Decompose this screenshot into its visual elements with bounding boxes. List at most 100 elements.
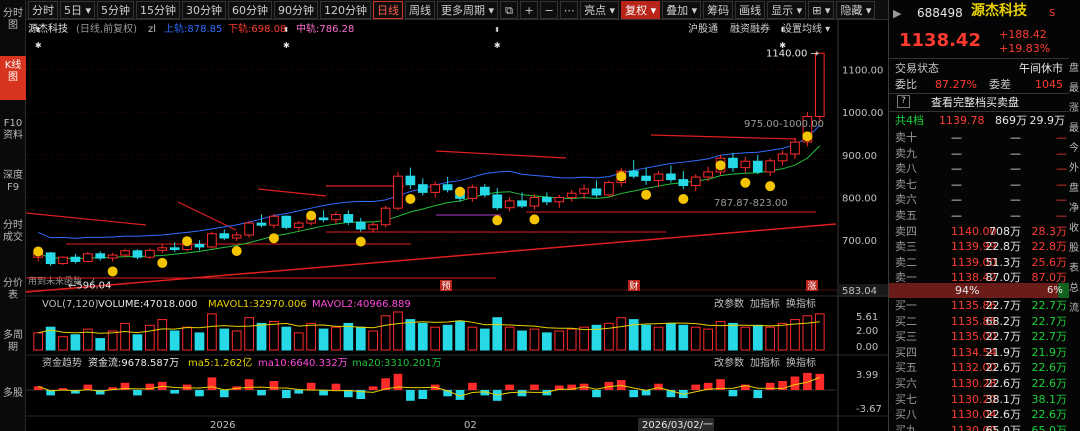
buy-vol: 38.1万 <box>985 392 1022 406</box>
toolbar-item-7[interactable]: 120分钟 <box>320 0 372 19</box>
event-tag: 预 <box>441 281 450 292</box>
toolbar-item-1[interactable]: 5日 ▾ <box>60 0 96 19</box>
left-nav-item-4[interactable]: 分时成交 <box>0 216 26 260</box>
side-strip-item[interactable]: 涨 <box>1069 102 1080 115</box>
kline-chart[interactable]: 源杰科技 (日线,前复权) zl 上轨:878.85 下轨:698.08 中轨:786.2… <box>26 20 888 431</box>
vol-ma-line <box>38 320 820 334</box>
chart-area[interactable]: 源杰科技 (日线,前复权) zl 上轨:878.85 下轨:698.08 中轨:786.2… <box>26 20 888 431</box>
side-strip-item[interactable]: 总 <box>1069 282 1080 295</box>
side-strip-item[interactable]: 最 <box>1069 122 1080 135</box>
buy-vol: 65.0万 <box>985 423 1022 431</box>
price-change-pct: +19.83% <box>999 42 1051 55</box>
sell-label: 卖八 <box>895 162 917 176</box>
candle-body <box>207 233 217 248</box>
volume-bar <box>504 326 515 351</box>
volume-bar <box>479 328 490 351</box>
left-nav-item-6[interactable]: 多周期 <box>0 326 26 370</box>
side-strip-item[interactable]: 净 <box>1069 202 1080 215</box>
flow-bar <box>815 373 825 390</box>
left-nav-item-5[interactable]: 分价表 <box>0 274 26 318</box>
toolbar-item-18[interactable]: 筹码 <box>703 0 734 19</box>
volume-bar <box>442 324 453 351</box>
side-strip-item[interactable]: 外 <box>1069 162 1080 175</box>
status-value: 午间休市 <box>1019 62 1063 75</box>
toolbar-item-15[interactable]: 亮点 ▾ <box>580 0 620 19</box>
smiley-marker <box>182 236 193 247</box>
sell-vol: — <box>1010 177 1021 191</box>
toolbar-item-22[interactable]: 隐藏 ▾ <box>836 0 876 19</box>
left-nav-item-1[interactable]: K线图 <box>0 56 26 100</box>
full-book-button[interactable]: 查看完整档买卖盘 <box>931 95 1019 110</box>
vol-name: VOL(7,120) <box>42 299 99 310</box>
buy-amt: 22.6万 <box>1031 408 1068 422</box>
toolbar-item-11[interactable]: ⧉ <box>500 0 519 19</box>
quote-panel: ▶ 688498 源杰科技 S 1138.42 +188.42 +19.83% … <box>888 0 1080 431</box>
toolbar-item-13[interactable]: − <box>540 0 559 19</box>
volume-bar <box>678 324 689 351</box>
smiley-marker <box>740 177 751 188</box>
sell-label: 卖九 <box>895 146 917 160</box>
toolbar-item-9[interactable]: 周线 <box>405 0 436 19</box>
side-strip-item[interactable]: 盘 <box>1069 62 1080 75</box>
flow-bar <box>517 390 527 397</box>
candle-body <box>393 175 403 209</box>
toolbar-item-17[interactable]: 叠加 ▾ <box>662 0 702 19</box>
price-axis-label: 1100.00 <box>842 66 883 77</box>
volume-bar <box>244 317 254 351</box>
left-nav-item-0[interactable]: 分时图 <box>0 4 26 48</box>
candle-body <box>95 253 106 259</box>
volume-bar <box>752 324 763 351</box>
toolbar-item-5[interactable]: 60分钟 <box>228 0 273 19</box>
side-strip-item[interactable]: 最 <box>1069 82 1080 95</box>
toolbar-item-0[interactable]: 分时 <box>28 0 58 19</box>
buy-vol: 68.2万 <box>985 314 1022 328</box>
toolbar-item-21[interactable]: ⊞ ▾ <box>808 0 835 19</box>
toolbar-item-10[interactable]: 更多周期 ▾ <box>437 0 499 19</box>
side-strip-item[interactable]: 股 <box>1069 242 1080 255</box>
toolbar-item-4[interactable]: 30分钟 <box>182 0 227 19</box>
toolbar-item-16[interactable]: 复权 ▾ <box>621 0 661 19</box>
toolbar-item-12[interactable]: + <box>520 0 539 19</box>
left-nav-item-3[interactable]: 深度F9 <box>0 166 26 210</box>
sell-row: 卖九 — — — <box>889 146 1069 161</box>
smiley-marker <box>765 181 776 192</box>
toolbar-item-19[interactable]: 画线 <box>735 0 766 19</box>
buy-amt: 22.6万 <box>1031 361 1068 375</box>
sell-amt: — <box>1056 193 1067 207</box>
toolbar-item-14[interactable]: ⋯ <box>560 0 579 19</box>
smiley-marker <box>715 160 726 171</box>
toolbar-item-6[interactable]: 90分钟 <box>274 0 319 19</box>
side-strip-item[interactable]: 表 <box>1069 262 1080 275</box>
buy-label: 买四 <box>895 345 917 359</box>
flow-bar <box>790 376 800 390</box>
toolbar-item-3[interactable]: 15分钟 <box>136 0 181 19</box>
sell-amt: — <box>1056 209 1067 222</box>
sell-row: 卖二 1139.00 51.3万 25.6万 <box>889 255 1069 270</box>
toolbar-item-20[interactable]: 显示 ▾ <box>767 0 807 19</box>
help-icon[interactable]: ? <box>897 95 910 108</box>
side-strip-item[interactable]: 收 <box>1069 222 1080 235</box>
menu-icon[interactable]: ▶ <box>893 6 901 21</box>
flow-switch-indicator: 换指标 <box>786 356 816 369</box>
left-nav-item-7[interactable]: 多股 <box>0 384 26 428</box>
side-strip-item[interactable]: 盘 <box>1069 182 1080 195</box>
flow-bar <box>133 390 142 396</box>
toolbar-item-2[interactable]: 5分钟 <box>97 0 135 19</box>
side-strip-item[interactable]: 今 <box>1069 142 1080 155</box>
candle-body <box>790 141 800 155</box>
flow-bar <box>170 390 180 394</box>
sell-row: 卖七 — — — <box>889 177 1069 192</box>
flow-axis-label: -3.67 <box>856 404 882 415</box>
candle-body <box>752 160 763 173</box>
price-axis-label: 800.00 <box>842 193 877 204</box>
side-strip-item[interactable]: 流 <box>1069 302 1080 315</box>
toolbar-item-8[interactable]: 日线 <box>373 0 404 19</box>
left-nav-item-2[interactable]: F10资料 <box>0 114 26 158</box>
candle-body <box>591 188 602 196</box>
flow-bar <box>331 383 341 390</box>
resistance-line <box>177 201 237 231</box>
total-vol: 869万 <box>995 114 1027 127</box>
buy-amt: 21.9万 <box>1031 345 1068 359</box>
vol-add-indicator: 加指标 <box>750 297 780 310</box>
chart-adj-label: (日线,前复权) <box>76 22 137 35</box>
